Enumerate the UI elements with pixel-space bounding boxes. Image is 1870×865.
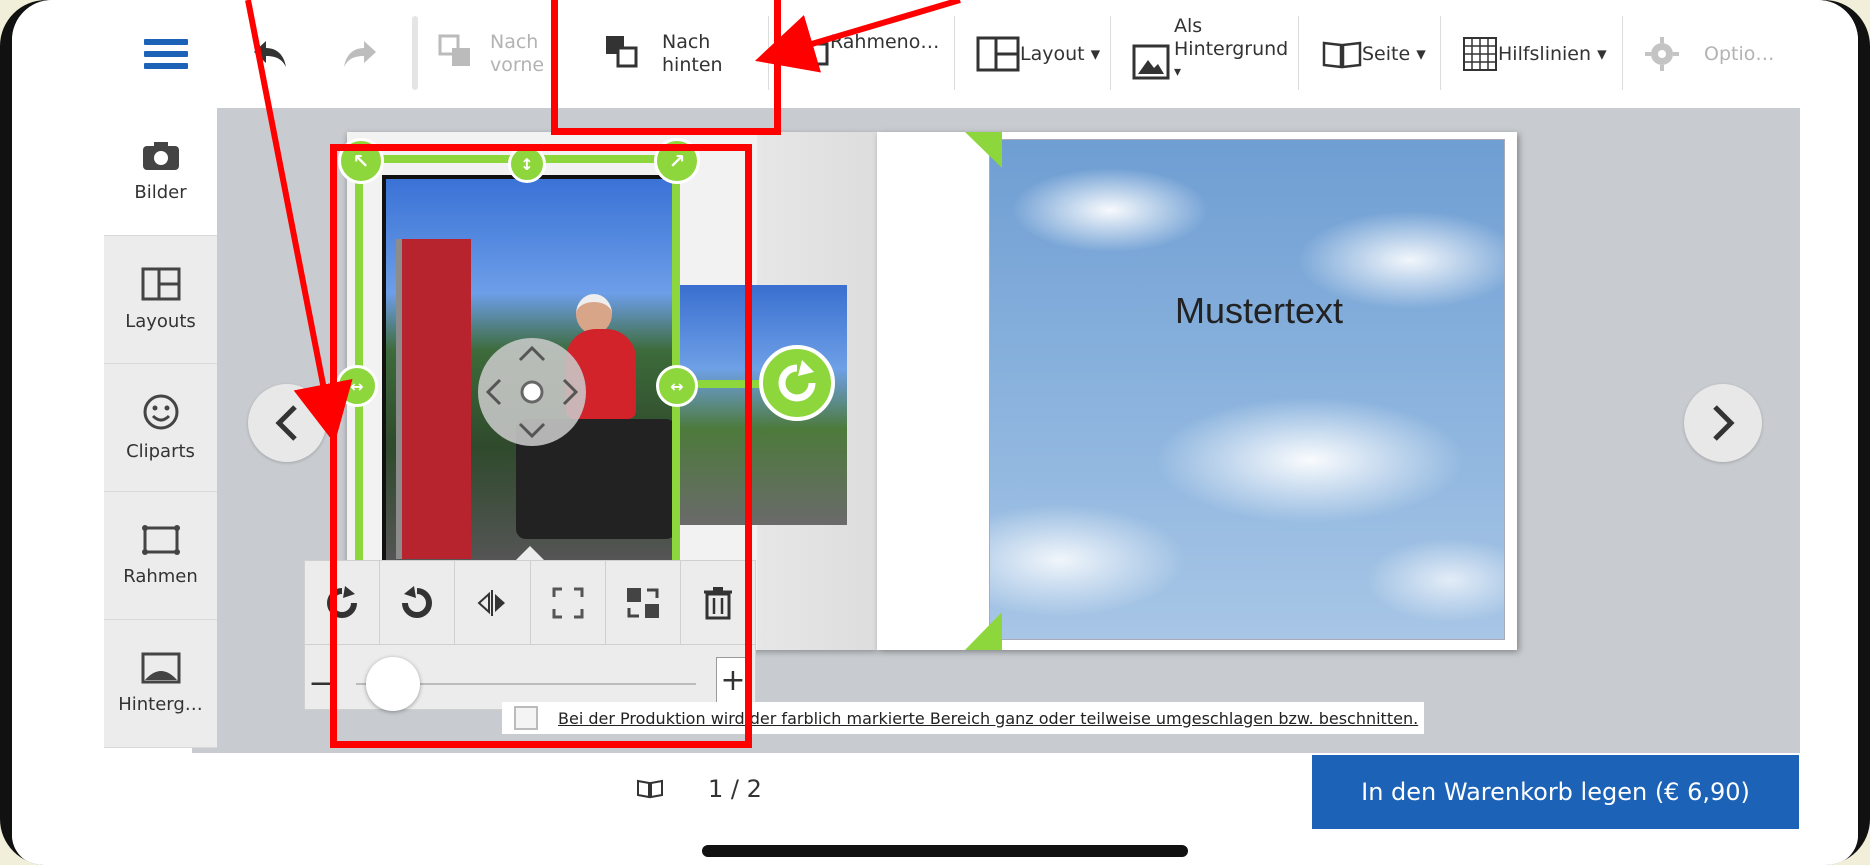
toolbar-divider [1298, 16, 1299, 90]
rotate-icon [778, 360, 816, 402]
layout-icon [976, 36, 1020, 72]
redo-button[interactable] [342, 0, 378, 108]
nach-vorne-button[interactable]: Nach vorne [438, 0, 544, 108]
add-to-cart-button[interactable]: In den Warenkorb legen (€ 6,90) [1312, 755, 1799, 829]
camera-icon [142, 142, 179, 170]
menu-button[interactable] [144, 0, 188, 108]
home-indicator [702, 845, 1188, 857]
toolbar: Nach vorne Nach hinten Rahmeno… Layout ▾ A… [12, 0, 1858, 108]
smiley-icon [143, 394, 178, 430]
layout-button[interactable]: Layout ▾ [976, 0, 1100, 108]
toolbar-divider [1110, 16, 1111, 90]
sidebar-item-label: Hinterg… [118, 694, 203, 715]
als-hintergrund-button[interactable]: Als Hintergrund ▾ [1132, 0, 1288, 108]
sidebar-item-bilder[interactable]: Bilder [104, 108, 217, 236]
chevron-right-icon [1713, 405, 1735, 441]
toolbar-divider [954, 16, 955, 90]
page-indicator[interactable]: 1 / 2 [636, 775, 762, 803]
sidebar-item-hintergrund[interactable]: Hinterg… [104, 620, 217, 748]
book-icon [1322, 41, 1362, 69]
toolbar-divider [1622, 16, 1623, 90]
background-image-icon [1132, 44, 1170, 80]
hilfslinien-button[interactable]: Hilfslinien ▾ [1462, 0, 1607, 108]
sidebar-item-label: Cliparts [126, 441, 195, 462]
sidebar-item-rahmen[interactable]: Rahmen [104, 492, 217, 620]
nach-vorne-label-1: Nach [490, 31, 539, 53]
sidebar-item-label: Bilder [134, 182, 187, 203]
optionen-label: Optio… [1704, 42, 1775, 65]
device-frame: Nach vorne Nach hinten Rahmeno… Layout ▾ A… [0, 0, 1870, 865]
sidebar-item-layouts[interactable]: Layouts [104, 236, 217, 364]
sidebar-item-label: Layouts [125, 311, 196, 332]
text-box[interactable]: Mustertext [1175, 290, 1343, 332]
hintergrund-label: Hintergrund [1174, 37, 1289, 60]
chevron-left-icon [275, 405, 297, 441]
rahmen-button[interactable]: Rahmeno… [790, 0, 939, 108]
redo-icon [344, 41, 376, 67]
bring-forward-icon [438, 34, 470, 66]
als-hintergrund-caret: ▾ [1174, 63, 1182, 80]
toolbar-divider [1440, 16, 1441, 90]
side-panel: Bilder Layouts Cliparts Rahmen Hinterg… [104, 108, 217, 753]
grid-icon [1463, 37, 1497, 71]
seite-label: Seite ▾ [1362, 42, 1426, 65]
rotate-handle[interactable] [759, 345, 835, 421]
optionen-button[interactable]: Optio… [1644, 0, 1774, 108]
sidebar-item-cliparts[interactable]: Cliparts [104, 364, 217, 492]
seite-button[interactable]: Seite ▾ [1322, 0, 1426, 108]
annotation-rect-selected-photo [330, 144, 752, 748]
frame-icon [141, 525, 180, 555]
app-screen: Nach vorne Nach hinten Rahmeno… Layout ▾ A… [12, 0, 1858, 865]
next-page-button[interactable] [1684, 384, 1762, 462]
toolbar-divider [412, 16, 418, 90]
undo-button[interactable] [252, 0, 288, 108]
hamburger-icon [144, 33, 188, 75]
page-right[interactable] [877, 132, 1517, 650]
nach-vorne-label-2: vorne [490, 54, 545, 76]
hilfslinien-label: Hilfslinien ▾ [1498, 42, 1607, 65]
page-indicator-text: 1 / 2 [708, 775, 762, 803]
layout-icon [141, 267, 180, 301]
als-label: Als [1174, 14, 1203, 37]
prev-page-button[interactable] [248, 384, 326, 462]
background-icon [141, 652, 180, 684]
rahmen-label: Rahmeno… [830, 30, 940, 53]
annotation-rect-nach-hinten [551, 0, 781, 135]
undo-icon [254, 41, 286, 67]
gear-icon [1645, 37, 1679, 71]
book-icon [637, 779, 663, 799]
layout-label: Layout ▾ [1020, 42, 1101, 65]
sidebar-item-label: Rahmen [123, 566, 198, 587]
background-photo-sky [989, 139, 1505, 640]
frame-options-icon [791, 42, 829, 66]
